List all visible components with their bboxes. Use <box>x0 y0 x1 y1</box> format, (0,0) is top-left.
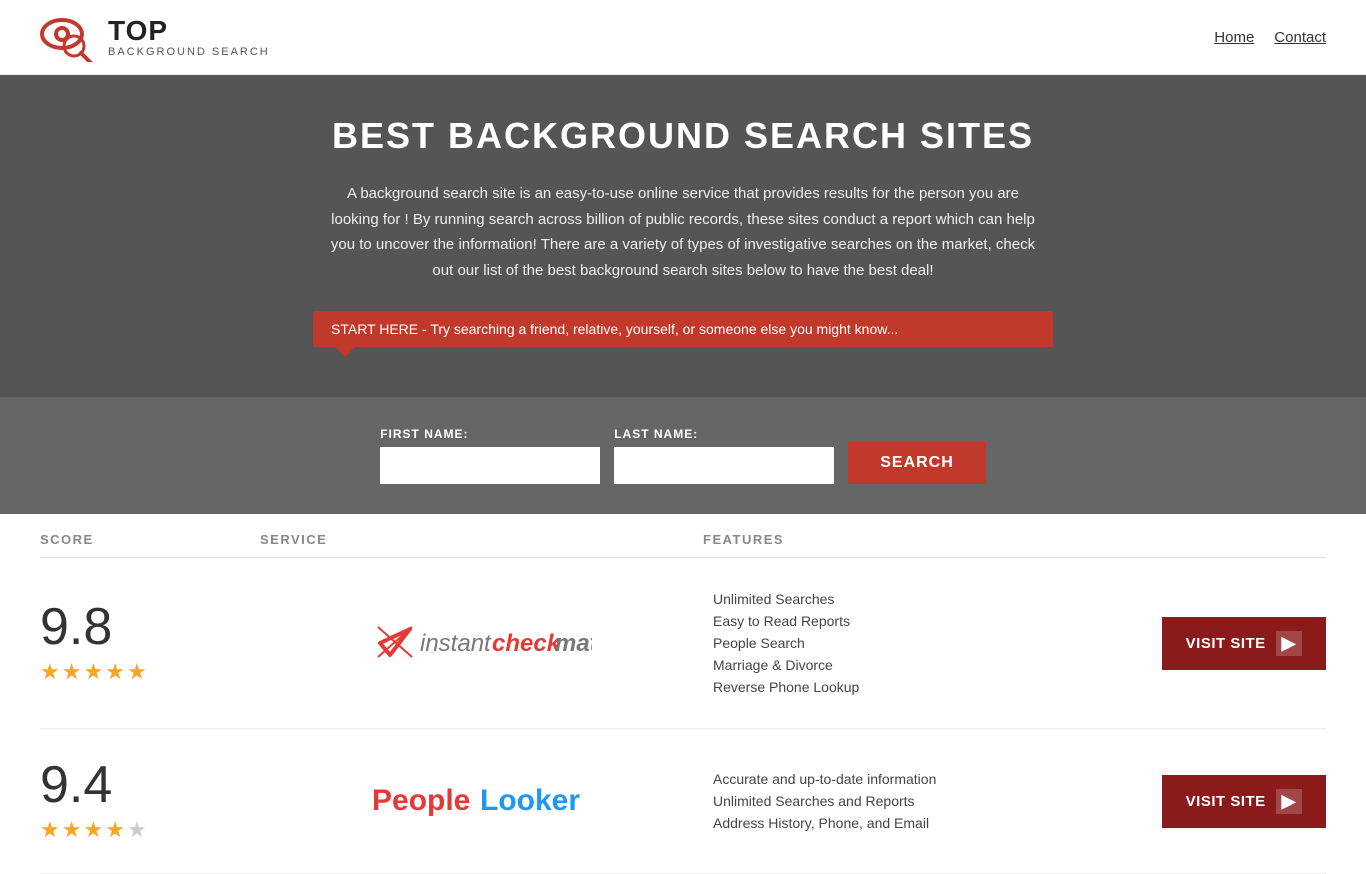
main-nav: Home Contact <box>1214 29 1326 46</box>
visit-site-label-1: VISIT SITE <box>1186 635 1266 652</box>
svg-text:Looker: Looker <box>480 784 580 817</box>
nav-home[interactable]: Home <box>1214 29 1254 46</box>
star-5-empty: ★ <box>127 817 147 843</box>
nav-contact[interactable]: Contact <box>1274 29 1326 46</box>
search-form-section: FIRST NAME: LAST NAME: SEARCH <box>0 397 1366 514</box>
search-callout: START HERE - Try searching a friend, rel… <box>313 311 1053 347</box>
arrow-icon-2: ▶ <box>1276 789 1302 814</box>
feature-item: People Search <box>713 632 1146 654</box>
logo-text: TOP BACKGROUND SEARCH <box>108 16 270 59</box>
score-value-1: 9.8 <box>40 601 112 653</box>
first-name-group: FIRST NAME: <box>380 427 600 484</box>
features-col-2: Accurate and up-to-date information Unli… <box>703 768 1146 834</box>
star-4: ★ <box>105 659 125 685</box>
feature-item: Unlimited Searches and Reports <box>713 790 1146 812</box>
table-row: 9.4 ★ ★ ★ ★ ★ People Looker Accurate and… <box>40 729 1326 874</box>
logo: TOP BACKGROUND SEARCH <box>40 12 270 62</box>
score-col-2: 9.4 ★ ★ ★ ★ ★ <box>40 759 260 843</box>
stars-1: ★ ★ ★ ★ ★ <box>40 659 147 685</box>
visit-site-button-2[interactable]: VISIT SITE ▶ <box>1162 775 1326 828</box>
table-header: SCORE SERVICE FEATURES <box>40 514 1326 558</box>
last-name-input[interactable] <box>614 447 834 484</box>
visit-site-label-2: VISIT SITE <box>1186 793 1266 810</box>
star-3: ★ <box>83 817 103 843</box>
feature-item: Marriage & Divorce <box>713 654 1146 676</box>
last-name-label: LAST NAME: <box>614 427 834 441</box>
table-row: 9.8 ★ ★ ★ ★ ★ instant check mate <box>40 558 1326 729</box>
feature-item: Accurate and up-to-date information <box>713 768 1146 790</box>
search-button[interactable]: SEARCH <box>848 442 986 484</box>
score-value-2: 9.4 <box>40 759 112 811</box>
score-col-1: 9.8 ★ ★ ★ ★ ★ <box>40 601 260 685</box>
col-action <box>1146 532 1326 547</box>
col-score: SCORE <box>40 532 260 547</box>
feature-item: Unlimited Searches <box>713 588 1146 610</box>
visit-site-button-1[interactable]: VISIT SITE ▶ <box>1162 617 1326 670</box>
logo-icon <box>40 12 100 62</box>
checkmate-logo: instant check mate <box>372 615 592 672</box>
first-name-input[interactable] <box>380 447 600 484</box>
hero-title: BEST BACKGROUND SEARCH SITES <box>20 115 1346 157</box>
features-col-1: Unlimited Searches Easy to Read Reports … <box>703 588 1146 698</box>
star-3: ★ <box>83 659 103 685</box>
hero-section: BEST BACKGROUND SEARCH SITES A backgroun… <box>0 75 1366 397</box>
logo-subtitle: BACKGROUND SEARCH <box>108 46 270 58</box>
search-form: FIRST NAME: LAST NAME: SEARCH <box>20 427 1346 484</box>
star-2: ★ <box>62 817 82 843</box>
visit-col-2: VISIT SITE ▶ <box>1146 775 1326 828</box>
svg-text:People: People <box>372 784 470 817</box>
svg-text:mate: mate <box>555 630 592 657</box>
first-name-label: FIRST NAME: <box>380 427 600 441</box>
col-service: SERVICE <box>260 532 703 547</box>
feature-item: Address History, Phone, and Email <box>713 812 1146 834</box>
star-4: ★ <box>105 817 125 843</box>
arrow-icon-1: ▶ <box>1276 631 1302 656</box>
svg-text:instant: instant <box>420 630 492 657</box>
stars-2: ★ ★ ★ ★ ★ <box>40 817 147 843</box>
feature-item: Reverse Phone Lookup <box>713 676 1146 698</box>
star-1: ★ <box>40 817 60 843</box>
feature-item: Easy to Read Reports <box>713 610 1146 632</box>
visit-col-1: VISIT SITE ▶ <box>1146 617 1326 670</box>
star-2: ★ <box>62 659 82 685</box>
col-features: FEATURES <box>703 532 1146 547</box>
service-col-1: instant check mate <box>260 615 703 672</box>
star-5: ★ <box>127 659 147 685</box>
last-name-group: LAST NAME: <box>614 427 834 484</box>
star-1: ★ <box>40 659 60 685</box>
logo-brand: TOP <box>108 16 270 47</box>
results-table-section: SCORE SERVICE FEATURES 9.8 ★ ★ ★ ★ ★ <box>0 514 1366 874</box>
svg-text:check: check <box>492 630 562 657</box>
site-header: TOP BACKGROUND SEARCH Home Contact <box>0 0 1366 75</box>
hero-description: A background search site is an easy-to-u… <box>323 181 1043 283</box>
peoplelooker-logo: People Looker <box>372 772 592 830</box>
service-col-2: People Looker <box>260 772 703 830</box>
